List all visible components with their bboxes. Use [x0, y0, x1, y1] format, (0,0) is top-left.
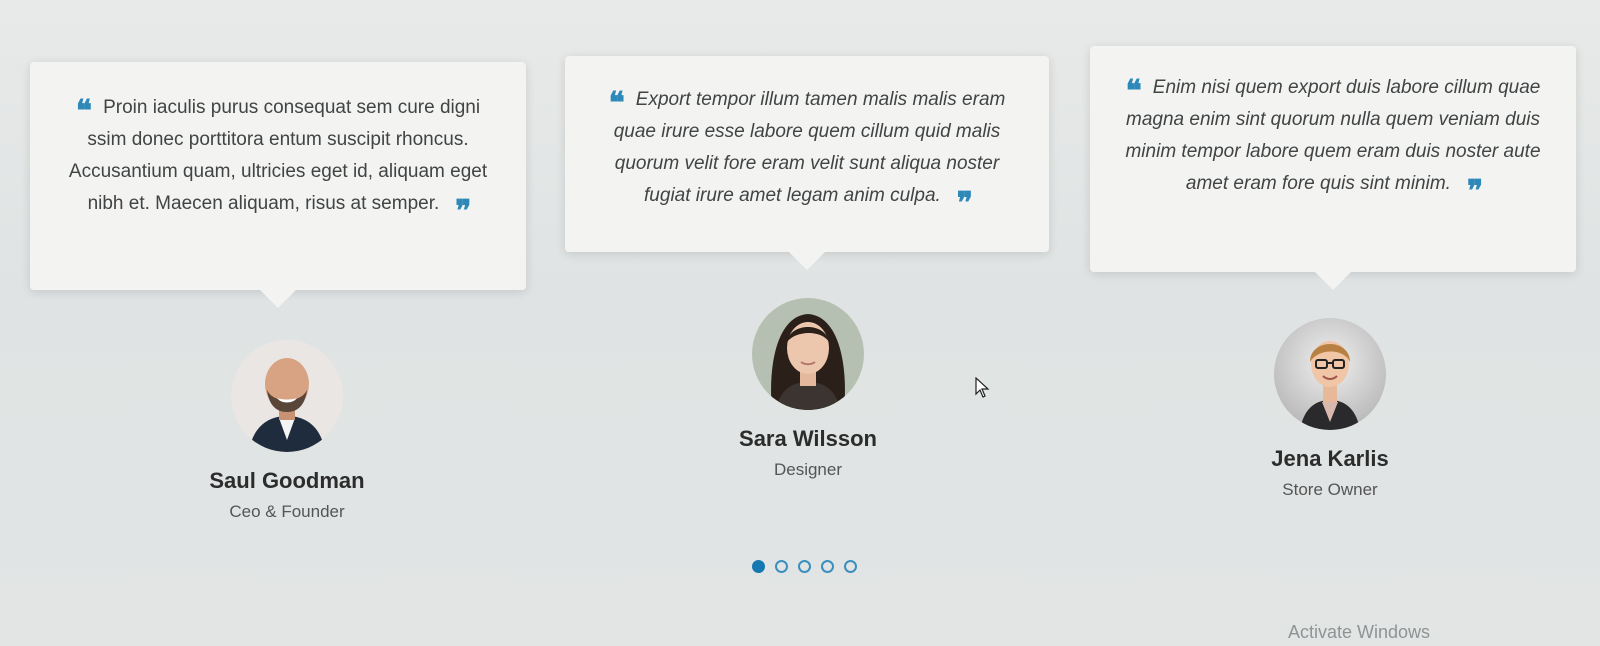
- close-quote-icon: ❞: [455, 194, 471, 229]
- activate-windows-watermark: Activate Windows: [1288, 622, 1431, 642]
- author-role: Store Owner: [1282, 480, 1378, 499]
- testimonials-section: ❝ Proin iaculis purus consequat sem cure …: [0, 0, 1600, 646]
- mouse-cursor-icon: [975, 376, 991, 404]
- avatar: [1274, 318, 1386, 430]
- carousel-pagination: [752, 560, 857, 573]
- author-name: Sara Wilsson: [739, 426, 877, 451]
- open-quote-icon: ❝: [608, 86, 625, 121]
- avatar: [231, 340, 343, 452]
- testimonial-quote: Proin iaculis purus consequat sem cure d…: [68, 97, 488, 214]
- close-quote-icon: ❞: [956, 186, 973, 221]
- author-name: Saul Goodman: [209, 468, 365, 493]
- testimonial-card: ❝ Export tempor illum tamen malis malis e…: [565, 56, 1049, 270]
- testimonial-author: Sara Wilsson Designer: [678, 298, 938, 480]
- pagination-dot-1[interactable]: [752, 560, 765, 573]
- author-name: Jena Karlis: [1271, 446, 1389, 471]
- pagination-dot-5[interactable]: [844, 560, 857, 573]
- testimonial-card: ❝ Proin iaculis purus consequat sem cure …: [30, 62, 526, 308]
- pagination-dot-2[interactable]: [775, 560, 788, 573]
- testimonial-author: Saul Goodman Ceo & Founder: [157, 340, 417, 522]
- author-role: Ceo & Founder: [229, 502, 345, 521]
- author-role: Designer: [773, 460, 843, 479]
- close-quote-icon: ❞: [1466, 174, 1483, 209]
- open-quote-icon: ❝: [1125, 74, 1142, 109]
- avatar: [752, 298, 864, 410]
- open-quote-icon: ❝: [75, 94, 92, 129]
- testimonial-author: Jena Karlis Store Owner: [1200, 318, 1460, 500]
- pagination-dot-3[interactable]: [798, 560, 811, 573]
- testimonial-card: ❝ Enim nisi quem export duis labore cillu…: [1090, 46, 1576, 290]
- testimonial-quote: Export tempor illum tamen malis malis er…: [613, 89, 1006, 206]
- pagination-dot-4[interactable]: [821, 560, 834, 573]
